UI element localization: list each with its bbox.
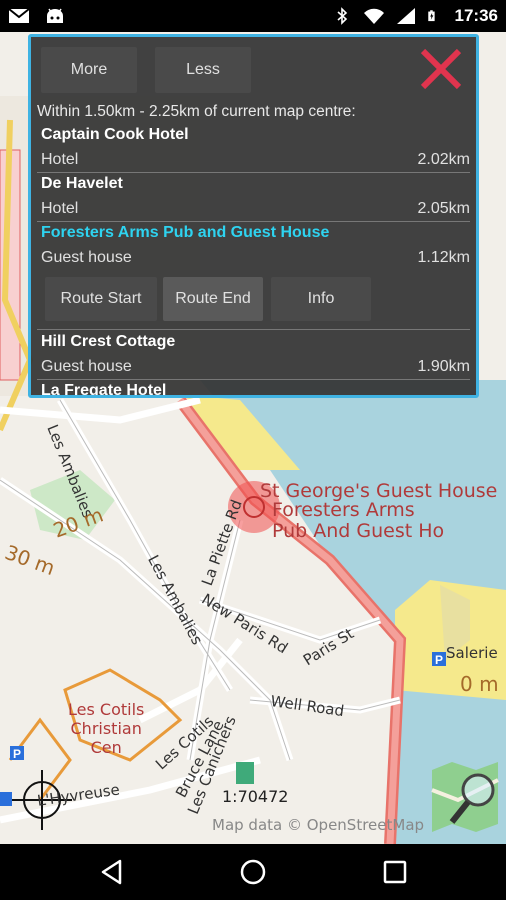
result-name: La Fregate Hotel <box>41 382 167 398</box>
bluetooth-icon <box>336 7 347 25</box>
status-bar: 17:36 <box>0 0 506 32</box>
back-icon[interactable] <box>98 858 126 886</box>
divider <box>37 172 470 173</box>
result-name: Captain Cook Hotel <box>41 126 189 143</box>
home-icon[interactable] <box>239 858 267 886</box>
android-icon <box>47 8 63 23</box>
clock: 17:36 <box>454 6 498 25</box>
map-attribution: Map data © OpenStreetMap <box>212 816 425 834</box>
poi-label-foresters[interactable]: Foresters Arms <box>272 499 415 521</box>
signal-icon <box>396 8 415 24</box>
result-type: Guest house <box>41 358 132 375</box>
map-scale: 1:70472 <box>222 787 289 806</box>
nearby-results-dialog: More Less Within 1.50km - 2.25km of curr… <box>28 34 479 398</box>
result-distance: 1.12km <box>417 249 470 266</box>
poi-label-foresters-2[interactable]: Pub And Guest Ho <box>272 520 444 542</box>
search-map-icon[interactable] <box>428 760 502 836</box>
result-type: Hotel <box>41 200 79 217</box>
svg-text:P: P <box>13 747 21 761</box>
poi-label-church[interactable]: Les Cotils Christian Cen <box>68 700 144 757</box>
result-distance: 2.02km <box>417 151 470 168</box>
route-start-button[interactable]: Route Start <box>45 277 157 321</box>
result-name: De Havelet <box>41 175 123 192</box>
poi-label-salerie: Salerie <box>446 644 498 662</box>
church-line-2: Christian <box>70 719 142 738</box>
recents-icon[interactable] <box>381 858 409 886</box>
result-name: Foresters Arms Pub and Guest House <box>41 224 330 241</box>
wifi-icon <box>363 8 384 24</box>
church-line-3: Cen <box>90 738 122 757</box>
result-name: Hill Crest Cottage <box>41 333 176 350</box>
svg-text:P: P <box>435 653 443 667</box>
battery-icon <box>427 10 435 22</box>
navigation-bar <box>0 844 506 900</box>
info-button[interactable]: Info <box>271 277 371 321</box>
result-type: Guest house <box>41 249 132 266</box>
divider <box>37 329 470 330</box>
divider <box>37 379 470 380</box>
result-type: Hotel <box>41 151 79 168</box>
close-icon[interactable] <box>417 45 465 93</box>
more-button[interactable]: More <box>41 47 137 93</box>
divider <box>37 221 470 222</box>
results-header: Within 1.50km - 2.25km of current map ce… <box>37 103 356 120</box>
less-button[interactable]: Less <box>155 47 251 93</box>
result-distance: 1.90km <box>417 358 470 375</box>
church-line-1: Les Cotils <box>68 700 145 719</box>
gmail-icon <box>8 8 30 23</box>
result-distance: 2.05km <box>417 200 470 217</box>
contour-label-0m: 0 m <box>460 672 499 696</box>
route-end-button[interactable]: Route End <box>163 277 263 321</box>
